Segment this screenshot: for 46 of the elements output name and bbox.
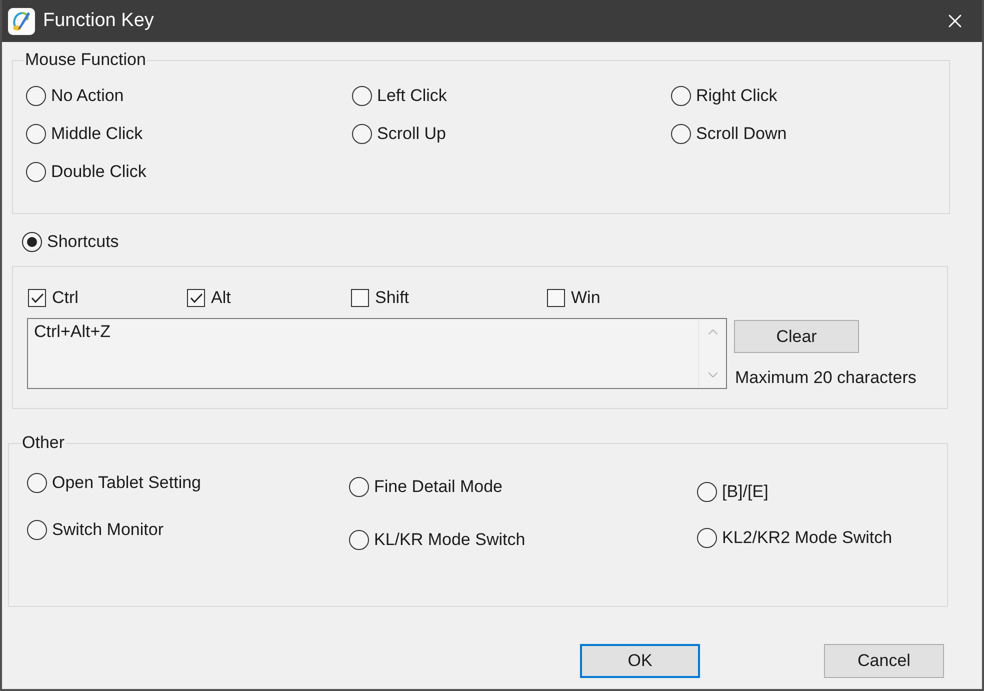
radio-label: Open Tablet Setting (52, 473, 202, 493)
ok-button[interactable]: OK (580, 644, 700, 678)
checkbox[interactable] (547, 289, 565, 307)
group-label: Other (21, 434, 66, 452)
radio-label: Switch Monitor (52, 520, 164, 540)
checkbox[interactable] (187, 289, 205, 307)
cancel-button[interactable]: Cancel (824, 644, 944, 678)
radio-label: Middle Click (51, 124, 143, 144)
checkbox-label: Win (571, 288, 600, 308)
radio-button[interactable] (26, 86, 46, 106)
group-label: Mouse Function (24, 51, 147, 69)
window-title: Function Key (43, 9, 154, 33)
checkbox[interactable] (351, 289, 369, 307)
radio-button[interactable] (349, 530, 369, 550)
radio-button[interactable] (671, 86, 691, 106)
radio-label: Scroll Up (377, 124, 446, 144)
radio-label: No Action (51, 86, 124, 106)
radio-button[interactable] (22, 232, 42, 252)
checkmark-icon (190, 293, 202, 303)
radio-label: Shortcuts (47, 232, 119, 252)
radio-button[interactable] (671, 124, 691, 144)
radio-label: Fine Detail Mode (374, 477, 503, 497)
radio-button[interactable] (26, 162, 46, 182)
radio-button[interactable] (352, 124, 372, 144)
hint-text: Maximum 20 characters (735, 368, 916, 388)
radio-label: Left Click (377, 86, 447, 106)
checkbox-label: Shift (375, 288, 410, 308)
radio-button[interactable] (26, 124, 46, 144)
radio-button[interactable] (352, 86, 372, 106)
radio-button[interactable] (27, 520, 47, 540)
app-logo-icon (8, 8, 35, 34)
radio-label: Right Click (696, 86, 778, 106)
radio-button[interactable] (27, 473, 47, 493)
checkbox-label: Alt (211, 288, 231, 308)
radio-button[interactable] (349, 477, 369, 497)
clear-button[interactable]: Clear (734, 320, 859, 353)
checkmark-icon (30, 293, 44, 303)
checkbox[interactable] (28, 289, 46, 307)
radio-label: KL/KR Mode Switch (374, 530, 526, 550)
radio-label: Scroll Down (696, 124, 787, 144)
radio-label: [B]/[E] (722, 482, 768, 502)
radio-button[interactable] (697, 482, 717, 502)
radio-label: KL2/KR2 Mode Switch (722, 528, 892, 548)
radio-button[interactable] (697, 528, 717, 548)
radio-label: Double Click (51, 162, 146, 182)
checkbox-label: Ctrl (52, 288, 78, 308)
